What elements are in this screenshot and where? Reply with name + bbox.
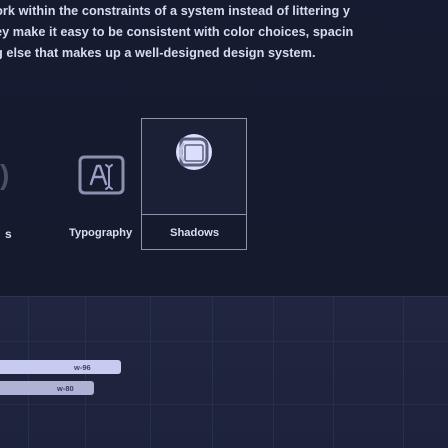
width-bar-w-96: w-96 [0, 360, 121, 374]
grid-line [333, 297, 334, 448]
previous-label-fragment: s [5, 227, 12, 241]
typography-icon [78, 155, 124, 195]
intro-line-2: ey make it easy to be consistent with co… [0, 25, 354, 39]
intro-copy: vork within the constraints of a system … [0, 0, 448, 90]
grid-line [212, 297, 213, 448]
previous-tile-glyph: ) [0, 159, 10, 190]
icon-labels: s Typography Shadows [0, 227, 448, 247]
grid-line [273, 297, 274, 448]
intro-line-1: vork within the constraints of a system … [0, 4, 350, 18]
typography-tile[interactable] [61, 149, 141, 201]
feature-section: vork within the constraints of a system … [0, 0, 448, 448]
grid-line [0, 341, 448, 342]
shadows-tile[interactable] [141, 118, 247, 215]
width-preview-panel: w-96 w-80 [0, 296, 448, 448]
width-bar-label: w-80 [57, 383, 74, 393]
grid-line [0, 404, 448, 405]
shadows-label: Shadows [170, 227, 220, 239]
width-bar-label: w-96 [74, 362, 91, 372]
width-bar-w-80: w-80 [0, 381, 94, 395]
typography-label: Typography [69, 227, 133, 239]
grid-line [150, 297, 151, 448]
grid-line [403, 297, 404, 448]
shadows-icon [176, 134, 212, 170]
intro-line-3: g else that makes up a well-designed des… [0, 46, 316, 60]
previous-tile-fragment[interactable]: ) [0, 148, 9, 202]
